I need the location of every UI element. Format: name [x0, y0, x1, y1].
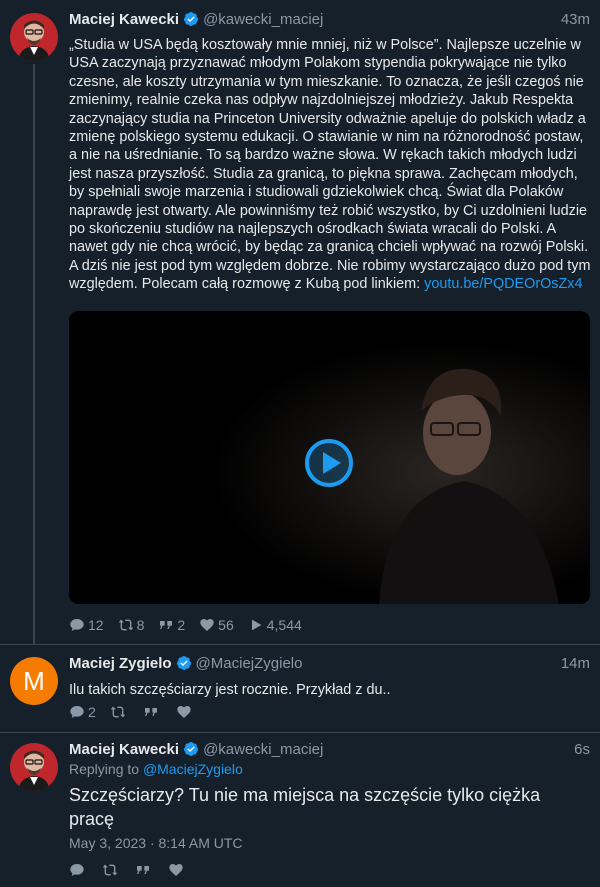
retweet-icon — [118, 619, 133, 631]
author-name[interactable]: Maciej Kawecki — [69, 741, 179, 758]
thread-line — [33, 64, 35, 644]
retweet-count: 8 — [136, 617, 145, 633]
avatar-letter: M — [23, 665, 45, 696]
quote-count: 2 — [177, 617, 186, 633]
tweet-date[interactable]: May 3, 2023 · 8:14 AM UTC — [69, 835, 243, 851]
replying-to-label: Replying to — [69, 761, 143, 777]
like-icon — [177, 706, 191, 718]
avatar[interactable] — [10, 13, 58, 61]
tweet-time[interactable]: 6s — [574, 741, 590, 758]
quote-icon — [137, 866, 149, 874]
tweet-2: M Maciej Zygielo @MaciejZygielo 14m Ilu … — [0, 645, 600, 733]
reply-button[interactable] — [69, 862, 88, 878]
play-icon[interactable] — [304, 438, 354, 488]
reply-count: 2 — [88, 704, 96, 720]
views-count: 4,544 — [266, 617, 302, 633]
tweet-body: „Studia w USA będą kosztowały mnie mniej… — [69, 37, 591, 293]
views-icon — [251, 619, 262, 631]
replying-to: Replying to @MaciejZygielo — [69, 761, 243, 777]
like-button[interactable] — [176, 704, 195, 720]
like-button[interactable] — [168, 862, 187, 878]
author-name[interactable]: Maciej Zygielo — [69, 655, 172, 672]
tweet-actions: 12 8 2 56 4,544 — [69, 616, 316, 634]
views-button[interactable]: 4,544 — [248, 617, 302, 633]
retweet-icon — [102, 864, 118, 876]
tweet-time[interactable]: 43m — [561, 11, 590, 28]
verified-icon — [184, 12, 199, 26]
reply-button[interactable]: 12 — [69, 617, 104, 633]
verified-icon — [176, 656, 191, 670]
tweet-time[interactable]: 14m — [561, 655, 590, 672]
tweet-link[interactable]: youtu.be/PQDEOrOsZx4 — [424, 276, 582, 292]
like-icon — [169, 864, 183, 876]
author-handle[interactable]: @MaciejZygielo — [196, 655, 303, 672]
like-button[interactable]: 56 — [199, 617, 234, 633]
tweet-text: Szczęściarzy? Tu nie ma miejsca na szczę… — [69, 785, 541, 829]
tweet-actions — [69, 861, 201, 879]
reply-icon — [70, 864, 84, 876]
retweet-icon — [110, 706, 126, 718]
tweet-3: Maciej Kawecki @kawecki_maciej 6s Replyi… — [0, 733, 600, 887]
like-count: 56 — [218, 617, 234, 633]
quote-button[interactable] — [135, 862, 154, 878]
retweet-button[interactable] — [102, 862, 121, 878]
quote-button[interactable] — [143, 704, 162, 720]
quote-button[interactable]: 2 — [158, 617, 185, 633]
tweet-text: „Studia w USA będą kosztowały mnie mniej… — [69, 36, 592, 294]
tweet-header: Maciej Kawecki @kawecki_maciej 6s — [69, 739, 590, 759]
tweet-actions: 2 — [69, 703, 209, 721]
retweet-button[interactable] — [110, 704, 129, 720]
reply-icon — [70, 619, 84, 631]
tweet-text: Ilu takich szczęściarzy jest rocznie. Pr… — [69, 682, 391, 698]
quote-icon — [160, 621, 173, 629]
tweet-header: Maciej Zygielo @MaciejZygielo 14m — [69, 653, 590, 673]
author-handle[interactable]: @kawecki_maciej — [203, 741, 323, 758]
verified-icon — [184, 742, 199, 756]
retweet-button[interactable]: 8 — [118, 617, 145, 633]
tweet-1: Maciej Kawecki @kawecki_maciej 43m „Stud… — [0, 0, 600, 645]
author-handle[interactable]: @kawecki_maciej — [203, 11, 323, 28]
replying-to-link[interactable]: @MaciejZygielo — [143, 761, 243, 777]
author-name[interactable]: Maciej Kawecki — [69, 11, 179, 28]
avatar[interactable]: M — [10, 657, 58, 705]
tweet-header: Maciej Kawecki @kawecki_maciej 43m — [69, 9, 590, 29]
reply-icon — [70, 706, 84, 718]
quote-icon — [144, 708, 157, 716]
avatar[interactable] — [10, 743, 58, 791]
like-icon — [200, 619, 214, 631]
reply-button[interactable]: 2 — [69, 704, 96, 720]
reply-count: 12 — [88, 617, 104, 633]
